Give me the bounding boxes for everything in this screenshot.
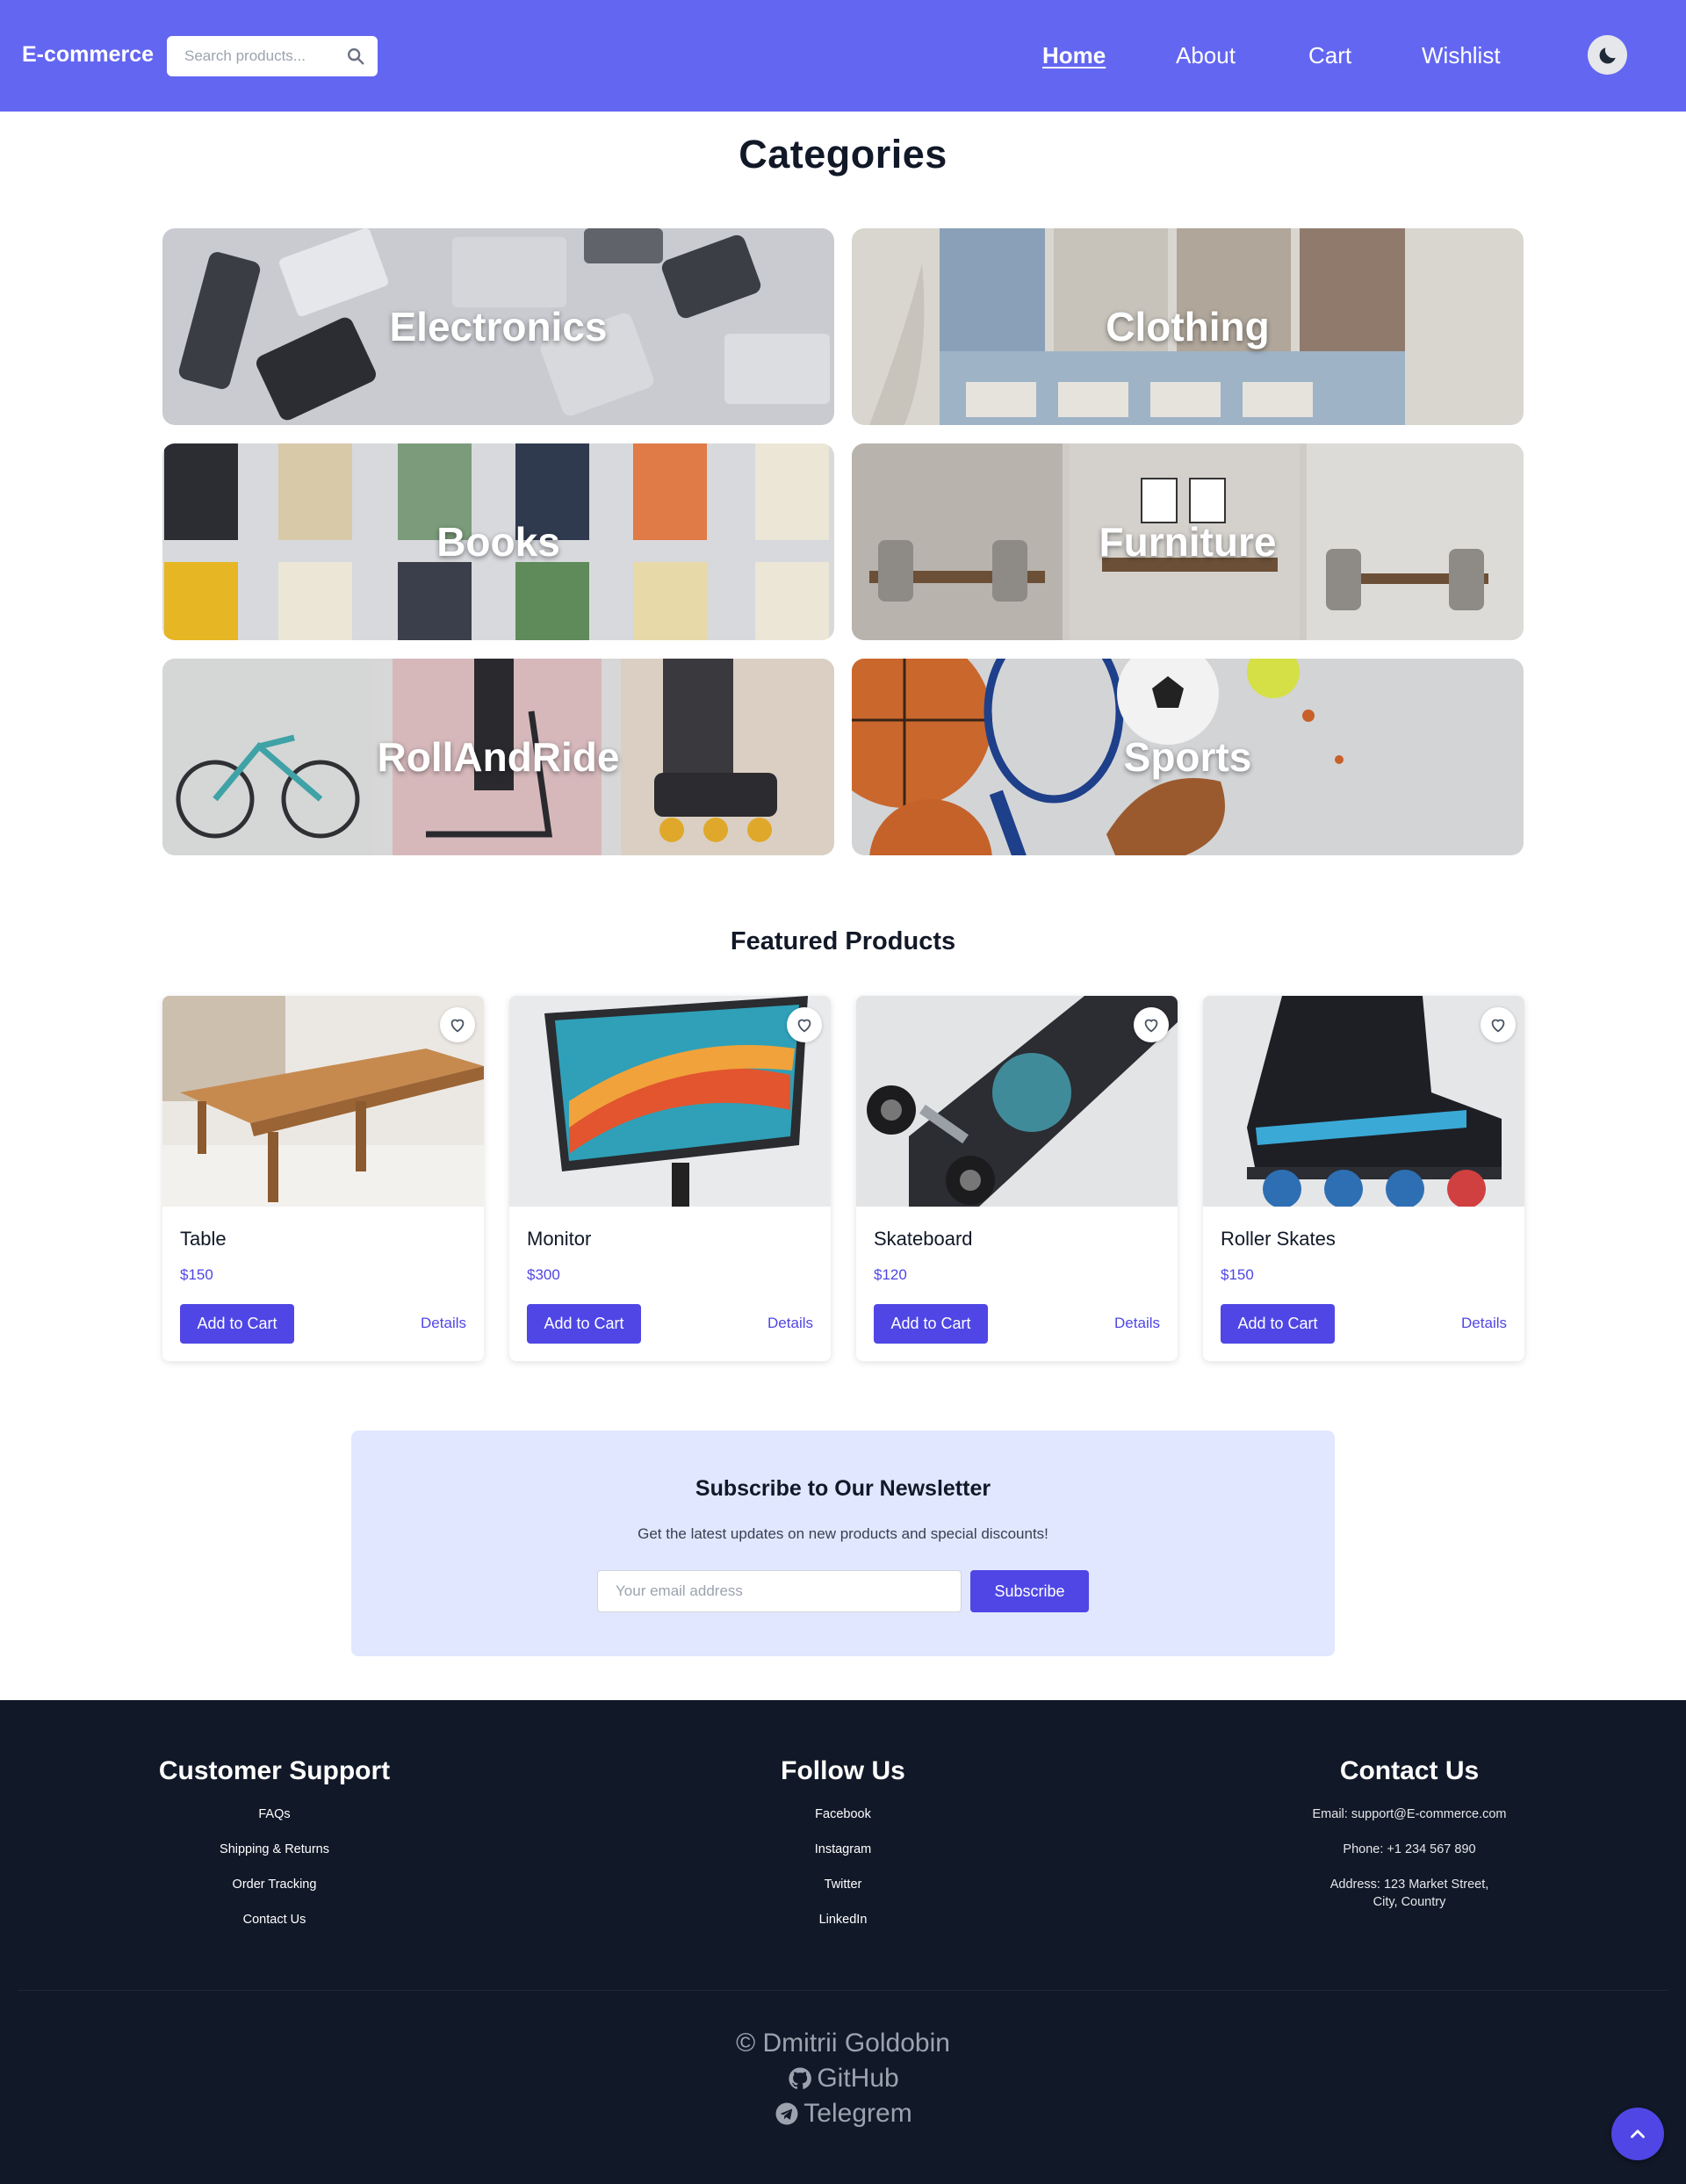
category-card-furniture[interactable]: Furniture bbox=[852, 443, 1524, 640]
details-link[interactable]: Details bbox=[421, 1315, 466, 1332]
newsletter-subtitle: Get the latest updates on new products a… bbox=[638, 1525, 1048, 1542]
newsletter-section: Subscribe to Our Newsletter Get the late… bbox=[351, 1431, 1335, 1656]
github-label: GitHub bbox=[817, 2064, 899, 2093]
theme-toggle-button[interactable] bbox=[1588, 35, 1627, 75]
product-name: Table bbox=[180, 1228, 227, 1250]
footer-divider bbox=[18, 1990, 1668, 1991]
telegram-label: Telegrem bbox=[803, 2099, 912, 2128]
footer-link-facebook[interactable]: Facebook bbox=[711, 1806, 975, 1823]
product-name: Skateboard bbox=[874, 1228, 973, 1250]
category-label: Furniture bbox=[1099, 519, 1277, 565]
category-card-books[interactable]: Books bbox=[162, 443, 834, 640]
product-image-table bbox=[162, 996, 484, 1207]
chevron-up-icon bbox=[1631, 2130, 1645, 2138]
featured-products-title: Featured Products bbox=[730, 927, 956, 955]
nav-link-home[interactable]: Home bbox=[1042, 42, 1106, 69]
github-icon bbox=[789, 2067, 812, 2089]
add-to-cart-button[interactable]: Add to Cart bbox=[180, 1304, 294, 1344]
product-price: $150 bbox=[180, 1266, 213, 1283]
wishlist-button[interactable] bbox=[787, 1007, 822, 1042]
wishlist-button[interactable] bbox=[440, 1007, 475, 1042]
subscribe-button[interactable]: Subscribe bbox=[970, 1570, 1089, 1612]
wishlist-button[interactable] bbox=[1134, 1007, 1169, 1042]
product-card: Roller Skates $150 Add to Cart Details bbox=[1203, 996, 1524, 1361]
add-to-cart-button[interactable]: Add to Cart bbox=[874, 1304, 988, 1344]
footer-github-link[interactable]: GitHub bbox=[787, 2064, 899, 2094]
category-label: Clothing bbox=[1106, 304, 1270, 350]
newsletter-email-input[interactable] bbox=[597, 1570, 962, 1612]
category-label: Sports bbox=[1123, 734, 1252, 780]
footer-contact-title: Contact Us bbox=[1339, 1756, 1480, 1785]
heart-icon bbox=[450, 1019, 465, 1033]
moon-icon bbox=[1599, 47, 1616, 63]
footer-follow-title: Follow Us bbox=[781, 1756, 905, 1785]
search-icon[interactable] bbox=[346, 47, 365, 66]
category-card-clothing[interactable]: Clothing bbox=[852, 228, 1524, 425]
telegram-icon bbox=[775, 2102, 798, 2125]
footer-follow-us: Follow Us Facebook Instagram Twitter Lin… bbox=[711, 1756, 975, 1946]
footer-contact-address-city: City, Country bbox=[1373, 1895, 1446, 1909]
footer-contact-us: Contact Us Email: support@E-commerce.com… bbox=[1282, 1756, 1537, 1928]
scroll-to-top-button[interactable] bbox=[1611, 2108, 1664, 2160]
footer-link-faqs[interactable]: FAQs bbox=[123, 1806, 426, 1823]
nav-link-cart[interactable]: Cart bbox=[1308, 42, 1351, 69]
footer-telegram-link[interactable]: Telegrem bbox=[774, 2099, 912, 2129]
search-input[interactable] bbox=[167, 36, 338, 76]
footer-link-twitter[interactable]: Twitter bbox=[711, 1876, 975, 1893]
navbar: E-commerce Home About Cart Wishlist bbox=[0, 0, 1686, 112]
footer-copyright: © Dmitrii Goldobin bbox=[736, 2029, 950, 2058]
category-label: RollAndRide bbox=[377, 734, 620, 780]
nav-link-about[interactable]: About bbox=[1176, 42, 1236, 69]
category-label: Books bbox=[436, 519, 560, 565]
footer-link-instagram[interactable]: Instagram bbox=[711, 1841, 975, 1858]
category-card-rollandride[interactable]: RollAndRide bbox=[162, 659, 834, 855]
categories-title: Categories bbox=[739, 132, 947, 177]
footer-link-linkedin[interactable]: LinkedIn bbox=[711, 1911, 975, 1928]
footer-support-title: Customer Support bbox=[158, 1756, 391, 1785]
details-link[interactable]: Details bbox=[1461, 1315, 1507, 1332]
category-card-sports[interactable]: Sports bbox=[852, 659, 1524, 855]
footer-contact-address: Address: 123 Market Street, bbox=[1329, 1878, 1489, 1892]
product-price: $120 bbox=[874, 1266, 907, 1283]
product-price: $300 bbox=[527, 1266, 560, 1283]
details-link[interactable]: Details bbox=[767, 1315, 813, 1332]
add-to-cart-button[interactable]: Add to Cart bbox=[527, 1304, 641, 1344]
product-name: Monitor bbox=[527, 1228, 592, 1250]
footer-customer-support: Customer Support FAQs Shipping & Returns… bbox=[123, 1756, 426, 1946]
footer-link-shipping-returns[interactable]: Shipping & Returns bbox=[123, 1841, 426, 1858]
category-card-electronics[interactable]: Electronics bbox=[162, 228, 834, 425]
category-label: Electronics bbox=[389, 304, 608, 350]
product-card: Skateboard $120 Add to Cart Details bbox=[856, 996, 1178, 1361]
product-image-skateboard bbox=[856, 996, 1178, 1207]
footer-contact-email: Email: support@E-commerce.com bbox=[1312, 1807, 1507, 1821]
product-card: Monitor $300 Add to Cart Details bbox=[509, 996, 831, 1361]
product-name: Roller Skates bbox=[1221, 1228, 1336, 1250]
product-card: Table $150 Add to Cart Details bbox=[162, 996, 484, 1361]
newsletter-title: Subscribe to Our Newsletter bbox=[695, 1476, 991, 1501]
footer-link-order-tracking[interactable]: Order Tracking bbox=[123, 1876, 426, 1893]
details-link[interactable]: Details bbox=[1114, 1315, 1160, 1332]
heart-icon bbox=[1144, 1019, 1158, 1033]
search-box bbox=[167, 36, 378, 76]
footer: Customer Support FAQs Shipping & Returns… bbox=[0, 1700, 1686, 2184]
heart-icon bbox=[797, 1019, 811, 1033]
product-image-roller-skates bbox=[1203, 996, 1524, 1207]
product-image-monitor bbox=[509, 996, 831, 1207]
product-price: $150 bbox=[1221, 1266, 1254, 1283]
add-to-cart-button[interactable]: Add to Cart bbox=[1221, 1304, 1335, 1344]
footer-link-contact-us[interactable]: Contact Us bbox=[123, 1911, 426, 1928]
wishlist-button[interactable] bbox=[1481, 1007, 1516, 1042]
brand-logo[interactable]: E-commerce bbox=[22, 42, 154, 68]
nav-link-wishlist[interactable]: Wishlist bbox=[1422, 42, 1501, 69]
footer-contact-phone: Phone: +1 234 567 890 bbox=[1343, 1842, 1476, 1856]
heart-icon bbox=[1491, 1019, 1505, 1033]
